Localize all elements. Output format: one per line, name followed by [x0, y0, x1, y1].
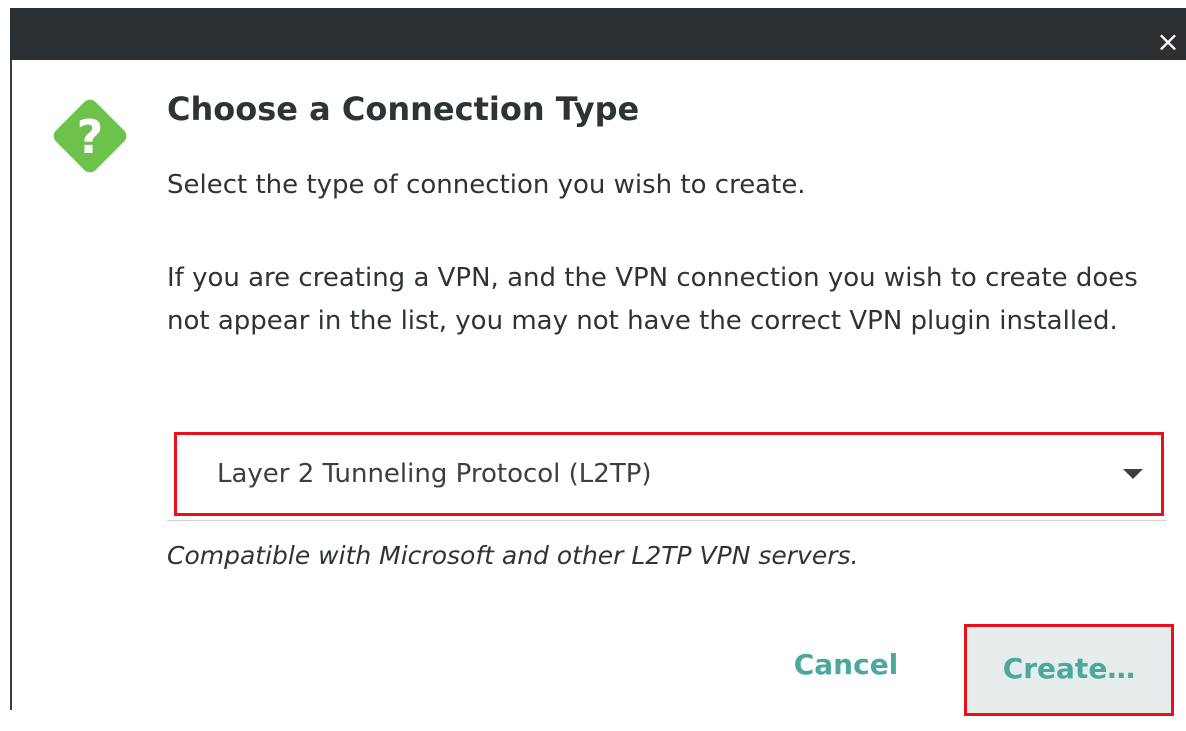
cancel-button[interactable]: Cancel [776, 630, 916, 700]
vpn-note: If you are creating a VPN, and the VPN c… [167, 263, 1138, 336]
titlebar: × [10, 8, 1186, 60]
dropdown-underline [167, 520, 1167, 521]
svg-text:?: ? [77, 110, 104, 164]
close-icon[interactable]: × [1154, 22, 1182, 62]
dialog-window: × ? Choose a Connection Type Select the … [0, 0, 1186, 731]
connection-type-selected: Layer 2 Tunneling Protocol (L2TP) [217, 459, 652, 489]
connection-type-hint: Compatible with Microsoft and other L2TP… [167, 541, 859, 570]
create-button-label: Create… [1002, 652, 1136, 685]
create-button[interactable]: Create… [964, 624, 1174, 716]
dropdown-arrow-icon [1123, 469, 1143, 479]
connection-type-dropdown[interactable]: Layer 2 Tunneling Protocol (L2TP) [174, 432, 1164, 516]
window-border [10, 60, 12, 710]
dialog-title: Choose a Connection Type [167, 90, 640, 128]
question-icon: ? [44, 94, 134, 184]
dialog-description: Select the type of connection you wish t… [167, 170, 806, 200]
